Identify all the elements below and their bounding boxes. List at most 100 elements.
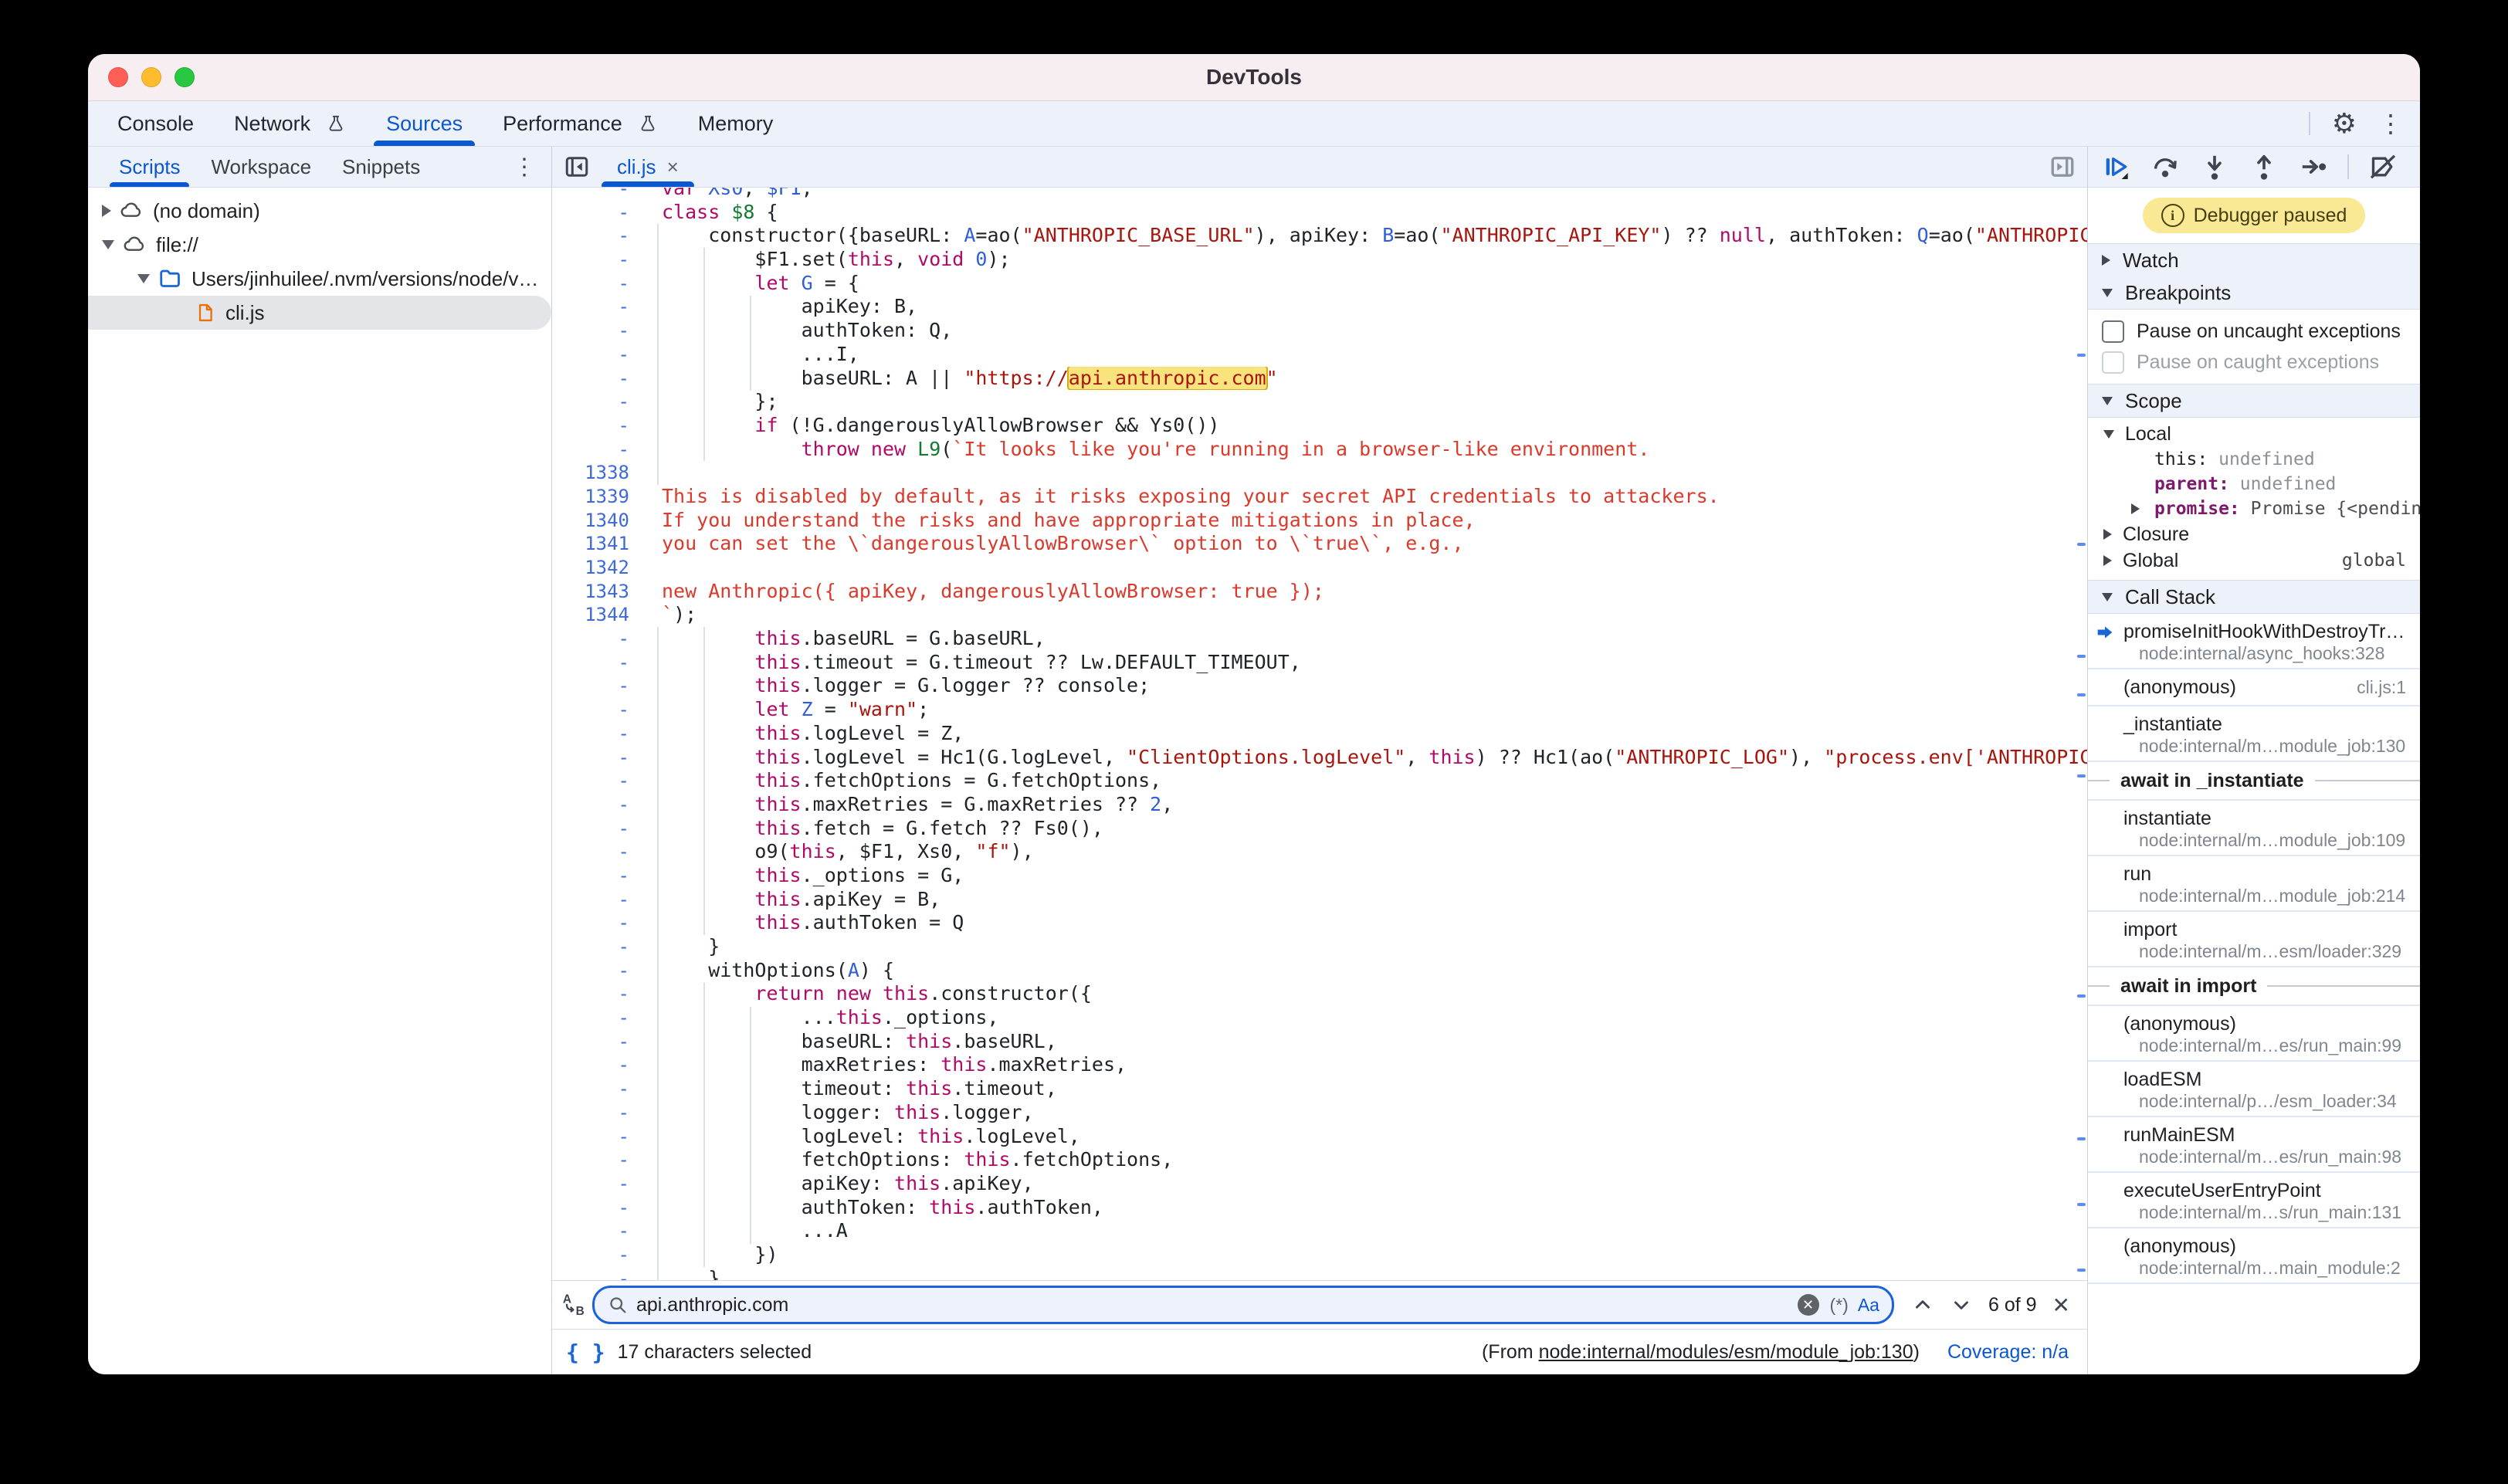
chevron-right-icon[interactable] <box>2131 503 2140 514</box>
section-scope[interactable]: Scope <box>2088 384 2420 418</box>
section-call-stack[interactable]: Call Stack <box>2088 580 2420 614</box>
line-number[interactable]: - <box>552 840 643 864</box>
line-number[interactable]: 1338 <box>552 461 643 485</box>
main-tab-performance[interactable]: Performance <box>483 101 678 146</box>
breakpoint-option[interactable]: Pause on uncaught exceptions <box>2088 316 2420 347</box>
line-number[interactable]: - <box>552 1125 643 1149</box>
line-number[interactable]: - <box>552 319 643 343</box>
call-stack-frame[interactable]: loadESMnode:internal/p…/esm_loader:34 <box>2088 1062 2420 1117</box>
search-query[interactable]: api.anthropic.com <box>636 1294 1798 1316</box>
scope-group-closure[interactable]: Closure <box>2088 521 2420 547</box>
line-number[interactable]: - <box>552 367 643 391</box>
line-number[interactable]: - <box>552 982 643 1006</box>
line-number[interactable]: - <box>552 1053 643 1077</box>
regex-toggle[interactable]: (*) <box>1830 1295 1849 1316</box>
chevron-right-icon[interactable] <box>2103 555 2112 566</box>
previous-match-button[interactable] <box>1911 1293 1934 1316</box>
next-match-button[interactable] <box>1950 1293 1973 1316</box>
call-stack-frame[interactable]: importnode:internal/m…esm/loader:329 <box>2088 912 2420 967</box>
chevron-right-icon[interactable] <box>102 205 111 217</box>
chevron-down-icon[interactable] <box>102 240 114 249</box>
line-number[interactable]: - <box>552 959 643 983</box>
line-number[interactable]: - <box>552 438 643 462</box>
step-button[interactable] <box>2298 151 2329 182</box>
call-stack-frame[interactable]: runMainESMnode:internal/m…es/run_main:98 <box>2088 1117 2420 1173</box>
line-number[interactable]: - <box>552 390 643 414</box>
tab-close-icon[interactable]: × <box>667 155 679 179</box>
line-number[interactable]: - <box>552 627 643 651</box>
line-number[interactable]: - <box>552 698 643 722</box>
line-number[interactable]: - <box>552 935 643 959</box>
maximize-window-button[interactable] <box>175 67 195 87</box>
call-stack-frame[interactable]: _instantiatenode:internal/m…module_job:1… <box>2088 706 2420 762</box>
tree-item-file-[interactable]: file:// <box>88 228 551 262</box>
deactivate-breakpoints-button[interactable] <box>2367 151 2398 182</box>
main-tab-console[interactable]: Console <box>97 101 214 146</box>
line-number[interactable]: - <box>552 248 643 272</box>
line-number[interactable]: - <box>552 746 643 770</box>
step-out-button[interactable] <box>2249 151 2279 182</box>
call-stack-frame[interactable]: runnode:internal/m…module_job:214 <box>2088 856 2420 912</box>
line-number[interactable]: - <box>552 722 643 746</box>
settings-gear-icon[interactable]: ⚙ <box>2332 110 2357 137</box>
line-number[interactable]: - <box>552 1101 643 1125</box>
close-window-button[interactable] <box>108 67 128 87</box>
line-number[interactable]: - <box>552 188 643 201</box>
line-number[interactable]: 1343 <box>552 580 643 604</box>
line-number[interactable]: - <box>552 1267 643 1280</box>
line-number[interactable]: - <box>552 651 643 675</box>
clear-search-icon[interactable]: ✕ <box>1798 1294 1819 1316</box>
match-case-toggle[interactable]: Aa <box>1858 1295 1879 1316</box>
call-stack-frame[interactable]: executeUserEntryPointnode:internal/m…s/r… <box>2088 1173 2420 1228</box>
breakpoint-option[interactable]: Pause on caught exceptions <box>2088 347 2420 378</box>
line-number[interactable]: - <box>552 1148 643 1172</box>
tab-cli-js[interactable]: cli.js × <box>602 147 694 187</box>
line-number[interactable]: 1339 <box>552 485 643 509</box>
navigator-overflow-menu-icon[interactable]: ⋮ <box>513 147 551 187</box>
replace-toggle-icon[interactable]: AB <box>560 1291 588 1319</box>
line-number[interactable]: - <box>552 1172 643 1196</box>
line-number[interactable]: 1340 <box>552 509 643 533</box>
scope-variable[interactable]: parent: undefined <box>2088 472 2420 496</box>
from-link[interactable]: node:internal/modules/esm/module_job:130 <box>1539 1341 1913 1363</box>
main-tab-sources[interactable]: Sources <box>366 101 483 146</box>
more-options-kebab-icon[interactable]: ⋮ <box>2378 111 2403 136</box>
chevron-down-icon[interactable] <box>2103 430 2114 439</box>
collapse-navigator-icon[interactable] <box>563 153 591 181</box>
navigator-tab-workspace[interactable]: Workspace <box>195 147 327 187</box>
scope-variable[interactable]: promise: Promise {<pending>} <box>2088 496 2420 521</box>
line-number[interactable]: - <box>552 1219 643 1243</box>
section-breakpoints[interactable]: Breakpoints <box>2088 276 2420 310</box>
line-number[interactable]: 1341 <box>552 532 643 556</box>
pretty-print-icon[interactable]: { } <box>566 1340 605 1365</box>
chevron-down-icon[interactable] <box>137 274 150 283</box>
line-number[interactable]: - <box>552 1030 643 1054</box>
coverage-link[interactable]: Coverage: n/a <box>1947 1341 2069 1364</box>
close-search-button[interactable]: ✕ <box>2052 1293 2070 1318</box>
line-number[interactable]: 1342 <box>552 556 643 580</box>
minimize-window-button[interactable] <box>141 67 161 87</box>
main-tab-memory[interactable]: Memory <box>678 101 794 146</box>
call-stack-frame[interactable]: (anonymous)cli.js:1 <box>2088 669 2420 706</box>
line-number[interactable]: - <box>552 817 643 841</box>
line-number[interactable]: - <box>552 295 643 319</box>
line-number[interactable]: - <box>552 414 643 438</box>
call-stack-frame[interactable]: (anonymous)node:internal/m…main_module:2 <box>2088 1228 2420 1284</box>
line-number[interactable]: - <box>552 888 643 912</box>
scope-group-local[interactable]: Local <box>2088 421 2420 447</box>
call-stack-frame[interactable]: (anonymous)node:internal/m…es/run_main:9… <box>2088 1006 2420 1062</box>
scope-variable[interactable]: this: undefined <box>2088 447 2420 472</box>
tree-item-users-jinhuilee-nvm-versions-node-v2-[interactable]: Users/jinhuilee/.nvm/versions/node/v2… <box>88 262 551 296</box>
tree-item--no-domain-[interactable]: (no domain) <box>88 194 551 228</box>
resume-button[interactable] <box>2100 151 2131 182</box>
line-number[interactable]: - <box>552 272 643 296</box>
tree-item-cli-js[interactable]: cli.js <box>88 296 551 330</box>
line-number[interactable]: - <box>552 201 643 225</box>
main-tab-network[interactable]: Network <box>214 101 366 146</box>
toggle-debugger-sidebar-icon[interactable] <box>2049 153 2087 181</box>
line-number[interactable]: - <box>552 1243 643 1267</box>
scope-group-global[interactable]: Globalglobal <box>2088 547 2420 574</box>
line-number[interactable]: - <box>552 1196 643 1220</box>
step-into-button[interactable] <box>2199 151 2230 182</box>
line-number[interactable]: - <box>552 911 643 935</box>
